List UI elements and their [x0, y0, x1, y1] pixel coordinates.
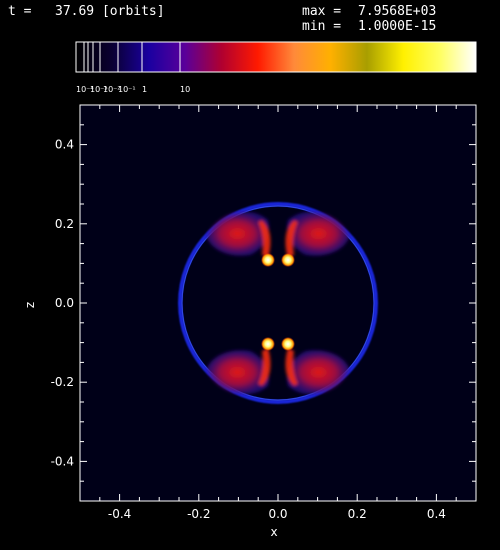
y-tick-label: -0.2	[51, 375, 74, 389]
colorbar-tick-label: 10⁻¹	[118, 85, 136, 94]
x-tick-label: 0.2	[348, 507, 367, 521]
y-axis-label: z	[23, 302, 37, 308]
time-value: 37.69 [orbits]	[55, 4, 165, 19]
x-tick-label: -0.4	[108, 507, 131, 521]
colorbar-tick-label: 10	[180, 85, 190, 94]
colorbar-labels: 10⁻⁴10⁻³10⁻²10⁻¹ 1 10	[76, 85, 190, 94]
x-axis-label: x	[270, 525, 277, 539]
x-tick-label: 0.4	[427, 507, 446, 521]
plot-canvas: t = 37.69 [orbits] max = 7.9568E+03 min …	[8, 4, 477, 539]
colorbar-tick-label: 1	[142, 85, 147, 94]
colorbar: 10⁻⁴10⁻³10⁻²10⁻¹ 1 10	[75, 41, 477, 94]
core-lower-left	[261, 337, 275, 351]
max-value: 7.9568E+03	[358, 4, 436, 19]
max-label: max =	[302, 4, 341, 19]
x-tick-label: -0.2	[187, 507, 210, 521]
x-tick-label: 0.0	[268, 507, 287, 521]
simulation-frame: t = 37.69 [orbits] max = 7.9568E+03 min …	[0, 0, 500, 550]
time-label: t =	[8, 4, 32, 19]
y-tick-label: 0.0	[55, 296, 74, 310]
core-upper-left	[261, 253, 275, 267]
core-upper-right	[281, 253, 295, 267]
plot-background	[80, 105, 476, 501]
plot-area: -0.4 -0.2 0.0 0.2 0.4 -0.4 -0.2 0.0 0.2 0.4	[51, 104, 477, 521]
core-lower-right	[281, 337, 295, 351]
y-tick-label: -0.4	[51, 454, 74, 468]
y-tick-label: 0.4	[55, 138, 74, 152]
colorbar-strip	[75, 41, 477, 73]
min-value: 1.0000E-15	[358, 19, 436, 34]
y-tick-label: 0.2	[55, 217, 74, 231]
min-label: min =	[302, 19, 341, 34]
